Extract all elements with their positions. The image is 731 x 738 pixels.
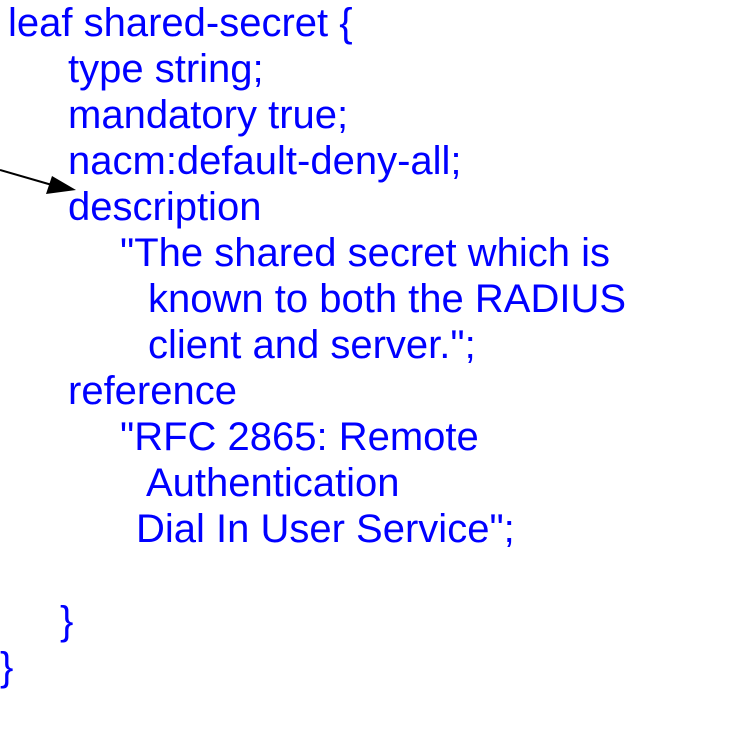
arrow-pointer-icon (0, 169, 76, 194)
code-line-nacm: nacm:default-deny-all; (68, 139, 462, 183)
code-line-mandatory: mandatory true; (68, 93, 349, 137)
arrow-shaft (0, 169, 53, 186)
code-line-outer-close-brace: } (0, 645, 14, 689)
code-line-reference: reference (68, 369, 237, 413)
code-line-reference-2: Authentication (146, 461, 400, 505)
code-line-inner-close-brace: } (60, 599, 74, 643)
code-line-description: description (68, 185, 262, 229)
code-line-leaf-open: leaf shared-secret { (8, 1, 353, 45)
code-line-reference-1: "RFC 2865: Remote (120, 415, 479, 459)
code-line-description-2: known to both the RADIUS (148, 277, 627, 321)
code-line-type: type string; (68, 47, 264, 91)
code-line-description-3: client and server."; (148, 323, 476, 367)
code-line-description-1: "The shared secret which is (120, 231, 610, 275)
code-line-reference-3: Dial In User Service"; (136, 507, 515, 551)
arrow-head (46, 176, 76, 194)
